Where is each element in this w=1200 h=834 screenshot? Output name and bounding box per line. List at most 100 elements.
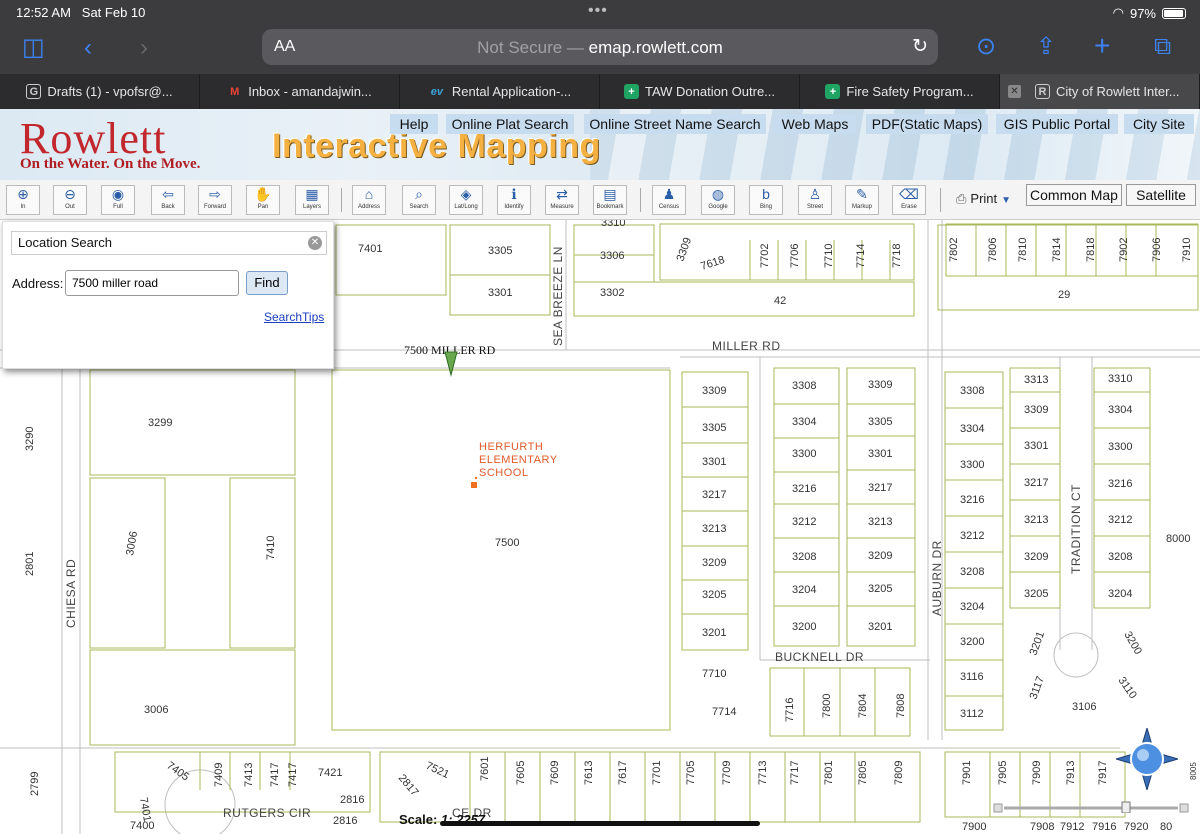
tool-markup[interactable]: ✎ Markup [845,185,879,215]
zoom-slider[interactable] [992,801,1190,813]
svg-text:7805: 7805 [857,761,869,785]
tool-forward[interactable]: ⇨ Forward [198,185,232,215]
home-indicator[interactable] [440,821,760,826]
street-label-chiesa-rd: CHIESA RD [64,559,78,628]
svg-text:3217: 3217 [868,482,892,494]
safari-toolbar: ◫ ‹ › AA Not Secure — emap.rowlett.com ↻… [0,24,1200,74]
svg-text:3290: 3290 [24,427,36,451]
map-navigation-compass-icon[interactable] [1116,728,1178,790]
svg-text:3217: 3217 [1024,477,1048,489]
address-label: Address: [12,276,64,291]
back-icon[interactable]: ‹ [84,36,92,60]
svg-text:3208: 3208 [792,551,816,563]
svg-text:7806: 7806 [987,238,999,262]
tool-street[interactable]: ♙ Street [798,185,832,215]
parcel[interactable] [335,224,447,296]
svg-text:3006: 3006 [144,704,168,716]
link-city-site[interactable]: City Site [1124,114,1194,134]
satellite-button[interactable]: Satellite [1126,184,1196,206]
tool-zoom-out[interactable]: ⊖ Out [53,185,87,215]
parcel-school[interactable] [331,369,671,731]
parcel[interactable] [573,281,915,317]
svg-text:7714: 7714 [855,244,867,268]
rowlett-logo[interactable]: Rowlett [20,117,166,161]
tool-full-extent[interactable]: ◉ Full [101,185,135,215]
svg-text:3216: 3216 [960,494,984,506]
tab-taw-donation[interactable]: + TAW Donation Outre... [600,74,800,109]
tool-lat-long[interactable]: ◈ Lat/Long [449,185,483,215]
tool-zoom-in[interactable]: ⊕ In [6,185,40,215]
tab-rental-application[interactable]: ev Rental Application-... [400,74,600,109]
school-marker-icon[interactable] [471,482,477,488]
tab-inbox[interactable]: M Inbox - amandajwin... [200,74,400,109]
link-help[interactable]: Help [390,114,438,134]
link-web-maps[interactable]: Web Maps [774,114,856,134]
parcel[interactable] [89,369,296,476]
svg-text:7706: 7706 [789,244,801,268]
tool-pan[interactable]: ✋ Pan [246,185,280,215]
tab-drafts[interactable]: G Drafts (1) - vpofsr@... [0,74,200,109]
forward-icon[interactable]: › [140,36,148,60]
svg-text:3310: 3310 [1108,373,1132,385]
svg-text:3205: 3205 [1024,588,1048,600]
svg-text:3300: 3300 [1108,441,1132,453]
svg-text:3300: 3300 [960,459,984,471]
tool-google[interactable]: ◍ Google [701,185,735,215]
tool-back[interactable]: ⇦ Back [151,185,185,215]
location-pin-icon[interactable] [444,351,458,377]
panel-title: Location Search ✕ [11,231,327,255]
tool-census[interactable]: ♟ Census [652,185,686,215]
address-input[interactable] [65,270,239,296]
parcel[interactable] [229,477,296,649]
svg-text:7901: 7901 [961,761,973,785]
close-tab-icon[interactable]: ✕ [1008,85,1021,98]
new-tab-icon[interactable]: + [1094,32,1110,60]
status-right: ◠ 97% [1113,5,1186,21]
svg-text:3302: 3302 [600,287,624,299]
download-icon[interactable]: ⊙ [976,35,996,59]
tool-search[interactable]: ⌕ Search [402,185,436,215]
address-bar[interactable]: AA Not Secure — emap.rowlett.com ↻ [262,29,938,65]
tool-layers[interactable]: ▦ Layers [295,185,329,215]
parcel[interactable] [89,477,166,649]
share-icon[interactable]: ⇪ [1036,35,1056,59]
tool-bing[interactable]: b Bing [749,185,783,215]
link-street-name-search[interactable]: Online Street Name Search [584,114,766,134]
find-button[interactable]: Find [246,271,288,295]
svg-text:3200: 3200 [792,621,816,633]
close-icon[interactable]: ✕ [308,236,322,250]
svg-text:3117: 3117 [1028,675,1047,701]
parcel[interactable] [89,649,296,746]
link-pdf-static-maps[interactable]: PDF(Static Maps) [866,114,988,134]
full-extent-icon: ◉ [111,186,125,202]
tool-erase[interactable]: ⌫ Erase [892,185,926,215]
zoom-slider-handle[interactable] [1121,801,1131,813]
reload-icon[interactable]: ↻ [912,35,928,58]
print-button[interactable]: ⎙ Print ▼ [956,191,1011,207]
info-icon: ℹ [511,186,517,202]
tool-address[interactable]: ⌂ Address [352,185,386,215]
svg-text:2817: 2817 [396,772,421,798]
svg-text:7912: 7912 [1060,821,1084,833]
tab-city-of-rowlett[interactable]: ✕ R City of Rowlett Inter... [1000,74,1200,109]
tab-overview-icon[interactable]: ⧉ [1154,35,1171,59]
common-map-button[interactable]: Common Map [1026,184,1122,206]
svg-text:7702: 7702 [759,244,771,268]
svg-text:3301: 3301 [488,287,512,299]
svg-text:3209: 3209 [702,557,726,569]
search-tips-link[interactable]: SearchTips [264,310,324,324]
svg-text:7908: 7908 [1030,821,1054,833]
tool-measure[interactable]: ⇄ Measure [545,185,579,215]
tab-fire-safety[interactable]: + Fire Safety Program... [800,74,1000,109]
tool-bookmark[interactable]: ▤ Bookmark [593,185,627,215]
svg-text:7802: 7802 [948,238,960,262]
sidebar-icon[interactable]: ◫ [22,36,45,60]
tool-identify[interactable]: ℹ Identify [497,185,531,215]
svg-text:80: 80 [1160,821,1172,833]
multitasking-dots[interactable]: ••• [588,2,608,20]
link-gis-public-portal[interactable]: GIS Public Portal [996,114,1118,134]
url-text[interactable]: Not Secure — emap.rowlett.com [262,38,938,58]
link-online-plat-search[interactable]: Online Plat Search [446,114,574,134]
svg-text:3309: 3309 [675,236,695,263]
measure-icon: ⇄ [556,186,568,202]
